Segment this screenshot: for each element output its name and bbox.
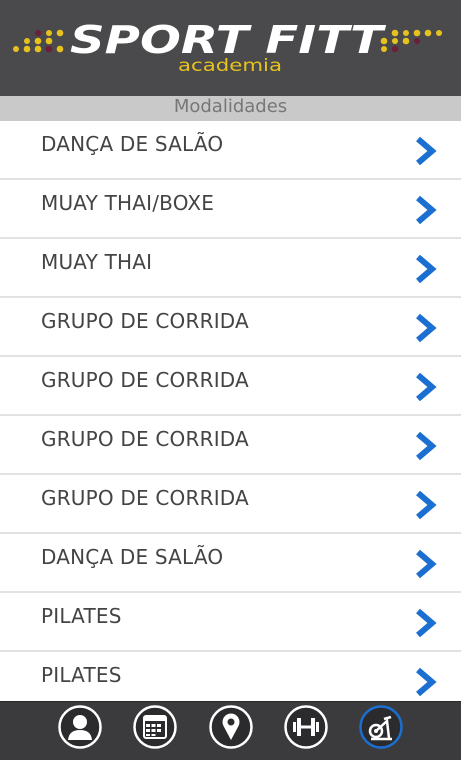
list-item-label: DANÇA DE SALÃO [41, 545, 224, 569]
chevron-right-icon [416, 608, 437, 638]
list-item-label: PILATES [41, 663, 122, 687]
chevron-right-icon [416, 313, 437, 343]
list-item[interactable]: DANÇA DE SALÃO [0, 121, 461, 180]
sport-fitt-logo: SPORT FITT academia [13, 18, 442, 76]
list-item[interactable]: MUAY THAI/BOXE [0, 180, 461, 239]
list-item[interactable]: GRUPO DE CORRIDA [0, 416, 461, 475]
list-item[interactable]: PILATES [0, 593, 461, 652]
section-title: Modalidades [0, 96, 461, 121]
list-item-label: MUAY THAI/BOXE [41, 191, 215, 215]
list-item-label: PILATES [41, 604, 122, 628]
list-item-label: GRUPO DE CORRIDA [41, 427, 249, 451]
chevron-right-icon [416, 195, 437, 225]
exercise-bike-icon[interactable] [359, 705, 403, 749]
dumbbell-icon[interactable] [284, 705, 328, 749]
list-item-label: GRUPO DE CORRIDA [41, 368, 249, 392]
list-item-label: DANÇA DE SALÃO [41, 132, 224, 156]
list-item-label: GRUPO DE CORRIDA [41, 486, 249, 510]
location-pin-icon[interactable] [209, 705, 253, 749]
list-item[interactable]: GRUPO DE CORRIDA [0, 298, 461, 357]
list-item[interactable]: MUAY THAI [0, 239, 461, 298]
chevron-right-icon [416, 254, 437, 284]
list-item[interactable]: DANÇA DE SALÃO [0, 534, 461, 593]
profile-icon[interactable] [58, 705, 102, 749]
list-item[interactable]: GRUPO DE CORRIDA [0, 475, 461, 534]
bottom-tab-bar [0, 701, 461, 760]
list-item-label: MUAY THAI [41, 250, 153, 274]
chevron-right-icon [416, 667, 437, 697]
list-item[interactable]: PILATES [0, 652, 461, 701]
chevron-right-icon [416, 431, 437, 461]
app-header: SPORT FITT academia [0, 0, 461, 96]
chevron-right-icon [416, 549, 437, 579]
chevron-right-icon [416, 372, 437, 402]
list-item-label: GRUPO DE CORRIDA [41, 309, 249, 333]
chevron-right-icon [416, 490, 437, 520]
logo-subtitle-text: academia [178, 56, 282, 76]
calendar-icon[interactable] [133, 705, 177, 749]
chevron-right-icon [416, 136, 437, 166]
list-item[interactable]: GRUPO DE CORRIDA [0, 357, 461, 416]
modalidades-list: DANÇA DE SALÃO MUAY THAI/BOXE MUAY THAI … [0, 121, 461, 701]
